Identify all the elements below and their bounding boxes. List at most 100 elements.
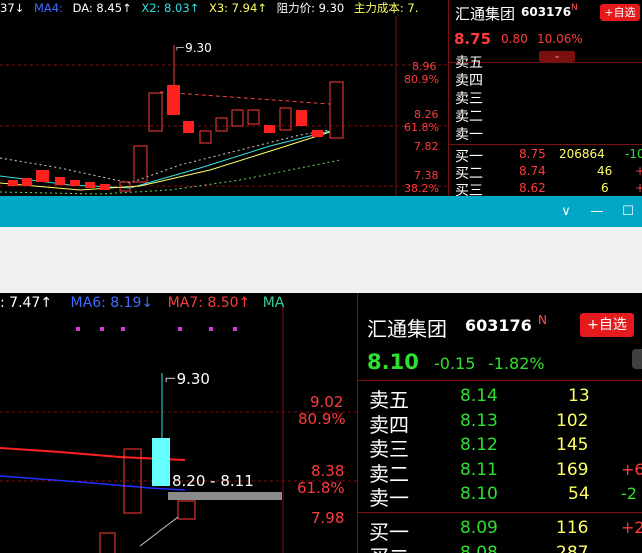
window-title-bar[interactable]: ∨ — ☐	[0, 196, 642, 227]
bottom-side-tab-handle[interactable]	[632, 349, 642, 369]
top-price-pct: 10.06%	[537, 32, 583, 46]
bottom-price-axis-mid: 8.38 61.8%	[297, 462, 345, 497]
top-current-price: 8.75	[454, 30, 492, 48]
top-bid-vol: 46	[597, 164, 613, 178]
top-stock-name: 汇通集团	[455, 5, 516, 23]
top-axis-val-5: 7.38	[414, 169, 439, 182]
top-stock-code: 603176	[521, 5, 572, 19]
bottom-kline-chart[interactable]: : 7.47↑ MA6: 8.19↓ MA7: 8.50↑ MA ⌐9.30 8…	[0, 293, 357, 553]
top-ind-0: 37↓	[0, 1, 25, 15]
top-bid-chg: +	[635, 181, 642, 195]
bottom-ask-row[interactable]: 卖四 8.13 102	[358, 409, 642, 437]
top-bid-row[interactable]: 买三 8.62 6 +	[449, 180, 642, 196]
top-ask-4: 卖四	[455, 73, 483, 89]
bottom-resistance-band	[168, 492, 282, 500]
top-axis-val-1: 80.9%	[404, 73, 439, 86]
top-new-badge: N	[571, 3, 578, 13]
top-bid-chg: +	[635, 164, 642, 178]
bottom-ask-vol: 145	[556, 435, 589, 455]
top-collapse-chevron-icon[interactable]: ⌄	[539, 51, 575, 62]
bottom-bid-price: 8.09	[460, 518, 498, 538]
bottom-bid-price: 8.08	[460, 542, 498, 553]
bottom-ask-row[interactable]: 卖二 8.11 169 +6	[358, 458, 642, 486]
top-high-marker-icon: ⌐	[175, 41, 186, 55]
bottom-bid-row[interactable]: 买二 8.08 287	[358, 541, 642, 553]
top-ask-5: 卖五	[455, 55, 483, 71]
bottom-candle-cyan	[152, 438, 170, 486]
top-bid-vol: 206864	[559, 147, 605, 161]
bottom-ask-chg: -2	[621, 484, 637, 503]
bottom-ask-row[interactable]: 卖三 8.12 145	[358, 433, 642, 461]
bottom-current-price: 8.10	[367, 350, 419, 374]
top-ind-1: MA4:	[33, 1, 63, 15]
bottom-ask-price: 8.13	[460, 410, 498, 431]
top-bid-label: 买三	[455, 183, 483, 196]
dropdown-chevron-icon[interactable]: ∨	[557, 203, 575, 221]
top-ind-6: 主力成本: 7.	[353, 1, 419, 15]
top-ma-cyan	[0, 130, 331, 189]
bottom-ask-vol: 169	[556, 459, 589, 480]
minimize-button[interactable]: —	[588, 203, 606, 221]
bottom-axis-val-2: 8.38	[311, 462, 345, 480]
bottom-ask-row[interactable]: 卖一 8.10 54 -2	[358, 482, 642, 510]
bottom-ask-row[interactable]: 卖五 8.14 13	[358, 384, 642, 412]
top-bid-row[interactable]: 买二 8.74 46 +	[449, 163, 642, 182]
bottom-resistance-label: 8.20 - 8.11	[172, 472, 254, 490]
bottom-bid-row[interactable]: 买一 8.09 116 +2	[358, 516, 642, 544]
bottom-stock-code: 603176	[465, 316, 532, 335]
top-bid-row[interactable]: 买一 8.75 206864 -10	[449, 146, 642, 165]
top-kline-chart[interactable]: 37↓ MA4: DA: 8.45↑ X2: 8.03↑ X3: 7.94↑ 阻…	[0, 0, 447, 196]
top-high-value: 9.30	[185, 41, 212, 55]
bottom-new-badge: N	[538, 313, 547, 327]
bottom-ask-rows: 卖五 8.14 13 卖四 8.13 102 卖三 8.12 145 卖二 8.…	[358, 384, 642, 510]
top-price-axis: 8.96 80.9%	[404, 60, 439, 86]
top-ind-2: DA: 8.45↑	[72, 1, 132, 15]
top-ind-5: 阻力价: 9.30	[276, 1, 345, 15]
bottom-ind-3: MA	[262, 295, 285, 311]
bottom-add-watchlist-button[interactable]: +自选	[580, 313, 634, 337]
top-chart-canvas	[0, 16, 447, 196]
top-ind-3: X2: 8.03↑	[141, 1, 200, 15]
bottom-high-label: ⌐9.30	[164, 370, 210, 388]
bottom-high-marker-icon: ⌐	[164, 370, 177, 388]
top-ask-labels: 卖五 卖四 卖三 卖二 卖一	[455, 54, 483, 144]
top-ask-2: 卖二	[455, 109, 483, 125]
bottom-high-value: 9.30	[176, 370, 210, 388]
top-candles-solid	[8, 85, 323, 190]
bottom-bid-chg: +2	[621, 518, 642, 537]
top-axis-val-6: 38.2%	[404, 182, 439, 195]
top-ask-1: 卖一	[455, 127, 483, 143]
top-divider-2	[449, 144, 642, 145]
bottom-ask-chg: +6	[621, 459, 642, 479]
bottom-ask-label: 卖一	[369, 486, 409, 510]
bottom-ind-1: MA6: 8.19↓	[70, 295, 154, 311]
top-axis-val-0: 8.96	[412, 60, 437, 73]
bottom-ask-vol: 102	[556, 410, 589, 431]
top-price-change: 0.80	[501, 32, 528, 46]
bottom-ask-vol: 13	[568, 386, 590, 406]
top-ask-3: 卖三	[455, 91, 483, 107]
bottom-price-axis-top: 9.02 80.9%	[298, 394, 346, 428]
bottom-price-pct: -1.82%	[488, 354, 545, 373]
bottom-axis-val-3: 61.8%	[297, 479, 345, 497]
bottom-bid-vol: 116	[556, 518, 589, 538]
top-axis-val-3: 61.8%	[404, 121, 439, 134]
top-ind-4: X3: 7.94↑	[208, 1, 267, 15]
bottom-stock-name: 汇通集团	[367, 317, 447, 341]
bottom-quote-panel: 汇通集团 603176 N +自选 8.10 -0.15 -1.82% 卖五 8…	[357, 293, 642, 553]
bottom-ask-price: 8.10	[460, 484, 498, 504]
bottom-divider	[358, 380, 642, 381]
top-trend-line	[159, 91, 331, 105]
top-price-axis-mid: 8.26 61.8%	[404, 108, 439, 134]
top-add-watchlist-button[interactable]: +自选	[600, 4, 640, 21]
bottom-bid-rows: 买一 8.09 116 +2 买二 8.08 287	[358, 516, 642, 553]
top-price-axis-low: 7.38 38.2%	[404, 169, 439, 195]
maximize-button[interactable]: ☐	[619, 203, 637, 221]
bottom-ask-price: 8.14	[460, 386, 498, 406]
top-bid-price: 8.62	[519, 181, 546, 195]
top-indicator-bar: 37↓ MA4: DA: 8.45↑ X2: 8.03↑ X3: 7.94↑ 阻…	[0, 0, 418, 16]
window-toolbar-area	[0, 227, 642, 293]
bottom-axis-val-4: 7.98	[311, 509, 345, 527]
top-ma-white	[0, 129, 331, 184]
top-ma-yellow	[0, 131, 331, 191]
